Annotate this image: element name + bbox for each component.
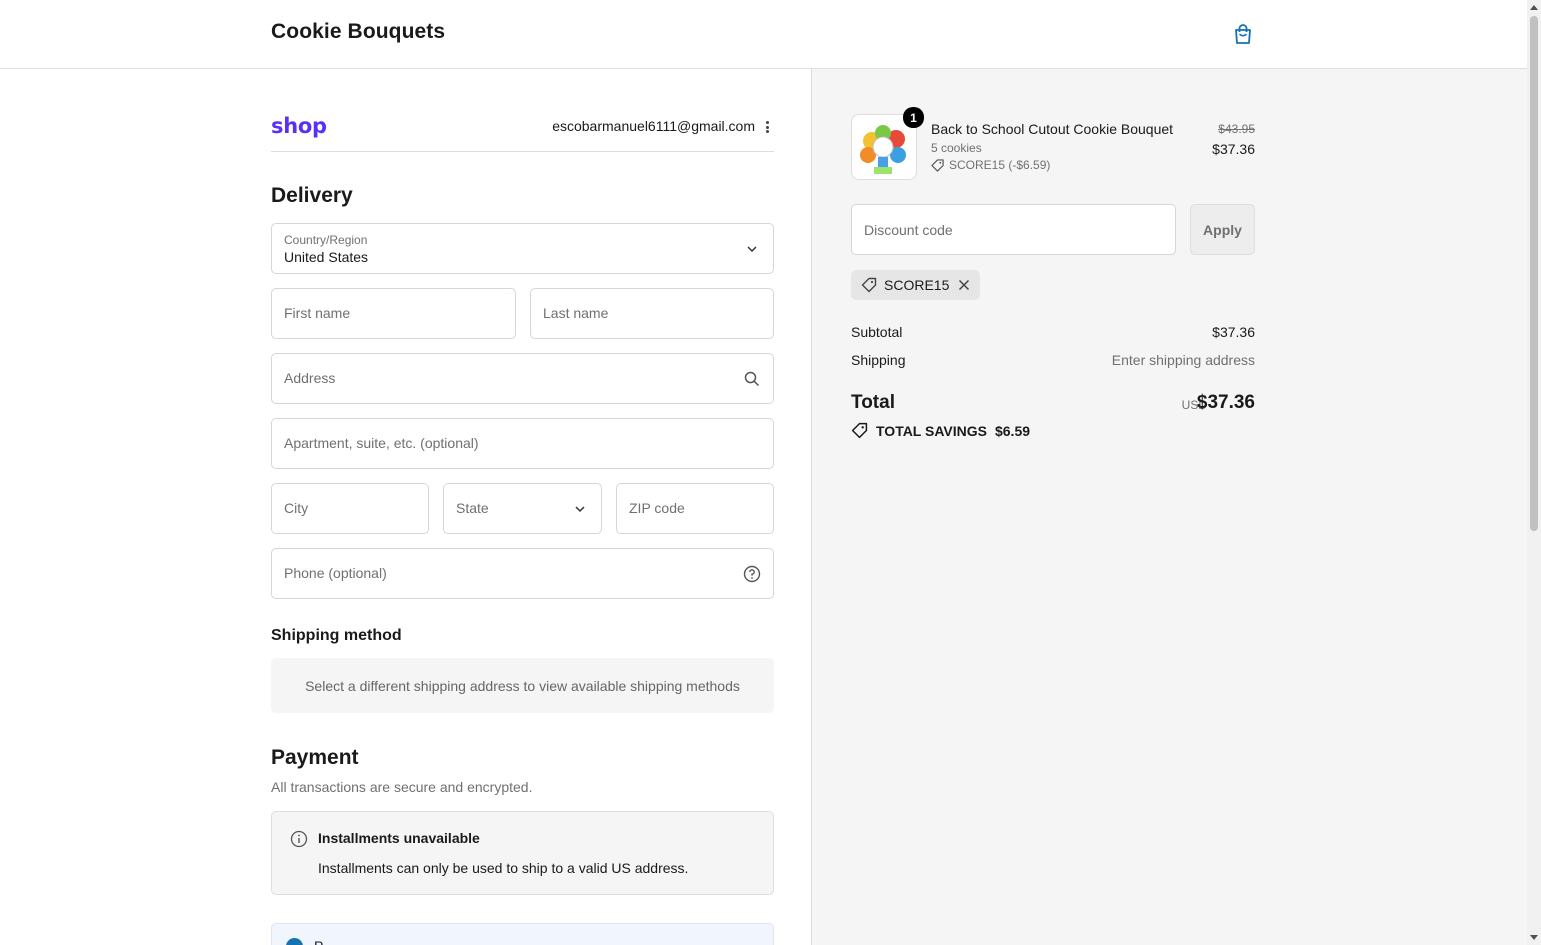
payment-option[interactable]: P — [271, 923, 774, 945]
discount-code-placeholder: Discount code — [864, 222, 953, 238]
shipping-label: Shipping — [851, 352, 906, 368]
remove-discount-icon[interactable] — [958, 279, 970, 291]
quantity-badge: 1 — [903, 107, 924, 128]
address-placeholder: Address — [284, 370, 336, 386]
subtotal-value: $37.36 — [1212, 324, 1255, 340]
shipping-method-message: Select a different shipping address to v… — [271, 658, 774, 713]
original-price: $43.95 — [1218, 122, 1255, 136]
zip-placeholder: ZIP code — [629, 500, 685, 516]
checkout-form-pane: shop escobarmanuel6111@gmail.com Deliver… — [0, 69, 812, 945]
scroll-down-arrow[interactable] — [1530, 935, 1538, 940]
total-label: Total — [851, 392, 895, 413]
product-discount-text: SCORE15 (-$6.59) — [949, 158, 1051, 172]
search-icon — [743, 370, 761, 388]
installments-notice-title: Installments unavailable — [318, 830, 480, 846]
info-icon — [290, 830, 308, 853]
discounted-price: $37.36 — [1212, 141, 1255, 157]
tag-icon — [851, 422, 868, 439]
state-select[interactable]: State — [443, 483, 602, 534]
product-thumbnail: 1 — [851, 107, 924, 180]
subtotal-row: Subtotal $37.36 — [851, 324, 1255, 340]
apply-discount-button[interactable]: Apply — [1190, 204, 1255, 255]
payment-heading: Payment — [271, 746, 359, 769]
scroll-up-arrow[interactable] — [1530, 5, 1538, 10]
country-select[interactable]: Country/Region United States — [271, 223, 774, 274]
help-circle-icon[interactable] — [743, 565, 761, 583]
more-options-icon[interactable] — [762, 119, 772, 135]
state-placeholder: State — [456, 500, 489, 516]
cart-button[interactable] — [1230, 21, 1256, 47]
account-email: escobarmanuel6111@gmail.com — [552, 118, 755, 134]
city-placeholder: City — [284, 500, 309, 516]
total-savings: TOTAL SAVINGS $6.59 — [851, 422, 1030, 439]
shop-account-bar: shop escobarmanuel6111@gmail.com — [271, 114, 774, 152]
product-name: Back to School Cutout Cookie Bouquet — [931, 121, 1174, 137]
first-name-field[interactable]: First name — [271, 288, 516, 339]
address-field[interactable]: Address — [271, 353, 774, 404]
delivery-heading: Delivery — [271, 184, 353, 207]
country-label: Country/Region — [284, 233, 368, 247]
applied-discount-code: SCORE15 — [884, 277, 950, 293]
chevron-down-icon — [571, 500, 589, 518]
total-savings-label: TOTAL SAVINGS — [876, 422, 987, 439]
shop-pay-logo: shop — [271, 114, 327, 138]
order-summary-pane: 1 Back to School Cutout Cookie Bouquet 5… — [812, 69, 1527, 945]
shipping-row: Shipping Enter shipping address — [851, 352, 1255, 368]
discount-code-input[interactable]: Discount code — [851, 204, 1176, 255]
last-name-placeholder: Last name — [543, 305, 609, 321]
shipping-method-heading: Shipping method — [271, 627, 402, 644]
payment-option-radio[interactable] — [286, 938, 303, 945]
applied-discount-chip: SCORE15 — [851, 270, 981, 300]
product-discount: SCORE15 (-$6.59) — [931, 158, 1050, 172]
zip-field[interactable]: ZIP code — [616, 483, 774, 534]
country-value: United States — [284, 249, 369, 265]
store-brand-title[interactable]: Cookie Bouquets — [271, 20, 445, 44]
phone-placeholder: Phone (optional) — [284, 565, 387, 581]
tag-icon — [861, 277, 877, 293]
total-value: $37.36 — [1196, 392, 1255, 413]
shopping-bag-icon — [1235, 24, 1251, 44]
payment-option-label: P — [314, 938, 323, 945]
shipping-value: Enter shipping address — [1111, 352, 1255, 368]
apartment-placeholder: Apartment, suite, etc. (optional) — [284, 435, 479, 451]
apartment-field[interactable]: Apartment, suite, etc. (optional) — [271, 418, 774, 469]
product-variant: 5 cookies — [931, 141, 982, 155]
top-header: Cookie Bouquets — [0, 0, 1527, 69]
city-field[interactable]: City — [271, 483, 429, 534]
installments-notice-text: Installments can only be used to ship to… — [318, 860, 689, 876]
page-scrollbar[interactable] — [1527, 0, 1541, 945]
tag-icon — [931, 158, 944, 172]
payment-subtitle: All transactions are secure and encrypte… — [271, 779, 533, 795]
subtotal-label: Subtotal — [851, 324, 903, 340]
first-name-placeholder: First name — [284, 305, 351, 321]
installments-notice: Installments unavailable Installments ca… — [271, 811, 774, 895]
last-name-field[interactable]: Last name — [530, 288, 774, 339]
total-savings-value: $6.59 — [994, 422, 1031, 439]
phone-field[interactable]: Phone (optional) — [271, 548, 774, 599]
scrollbar-thumb[interactable] — [1530, 16, 1538, 531]
chevron-down-icon — [743, 240, 761, 258]
